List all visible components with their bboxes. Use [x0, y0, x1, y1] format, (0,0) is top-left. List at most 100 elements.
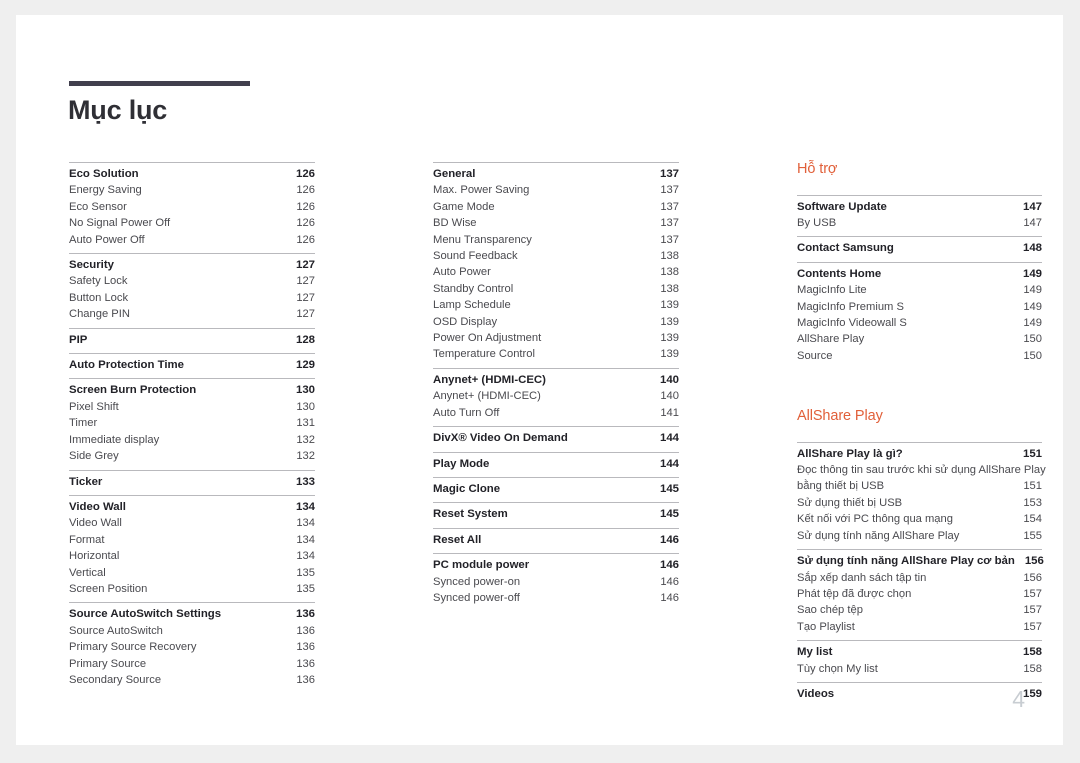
toc-entry-row[interactable]: Source AutoSwitch 136	[69, 623, 315, 639]
toc-section-row[interactable]: Video Wall 134	[69, 499, 315, 515]
toc-group: My list 158 Tùy chọn My list 158	[797, 640, 1042, 682]
toc-entry-row[interactable]: Sao chép tệp 157	[797, 602, 1042, 618]
toc-entry-label: Side Grey	[69, 450, 119, 463]
toc-entry-page-number: 139	[660, 315, 679, 328]
toc-section-row[interactable]: Software Update 147	[797, 199, 1042, 215]
toc-entry-row[interactable]: Timer 131	[69, 415, 315, 431]
toc-entry-row[interactable]: Format 134	[69, 532, 315, 548]
toc-entry-label: Ticker	[69, 475, 103, 488]
toc-entry-page-number: 138	[660, 250, 679, 263]
toc-entry-page-number: 139	[660, 348, 679, 361]
toc-entry-row[interactable]: Phát tệp đã được chọn 157	[797, 586, 1042, 602]
toc-entry-row[interactable]: bằng thiết bị USB 151	[797, 478, 1042, 494]
toc-section-row[interactable]: Security 127	[69, 257, 315, 273]
toc-entry-page-number: 127	[296, 308, 315, 321]
toc-entry-row[interactable]: Immediate display 132	[69, 432, 315, 448]
toc-entry-row[interactable]: Menu Transparency 137	[433, 232, 679, 248]
toc-entry-row[interactable]: Side Grey 132	[69, 448, 315, 464]
toc-entry-row[interactable]: Horizontal 134	[69, 548, 315, 564]
toc-group: Software Update 147 By USB 147	[797, 194, 1042, 237]
document-page: Mục lục Eco Solution 126 Energy Saving 126 E…	[16, 15, 1063, 745]
toc-entry-row[interactable]: Sử dụng tính năng AllShare Play 155	[797, 528, 1042, 544]
toc-section-row[interactable]: Reset All 146	[433, 532, 679, 548]
toc-entry-page-number: 127	[296, 291, 315, 304]
toc-entry-row[interactable]: Auto Power 138	[433, 264, 679, 280]
toc-entry-row[interactable]: Primary Source Recovery 136	[69, 639, 315, 655]
toc-section-row[interactable]: Anynet+ (HDMI-CEC) 140	[433, 372, 679, 388]
toc-entry-row[interactable]: Screen Position 135	[69, 581, 315, 597]
toc-section-row[interactable]: Ticker 133	[69, 474, 315, 490]
toc-entry-row[interactable]: Safety Lock 127	[69, 273, 315, 289]
toc-section-row[interactable]: Magic Clone 145	[433, 481, 679, 497]
toc-entry-row[interactable]: Sử dụng thiết bị USB 153	[797, 495, 1042, 511]
toc-entry-row[interactable]: Primary Source 136	[69, 656, 315, 672]
toc-entry-page-number: 126	[296, 233, 315, 246]
toc-entry-row[interactable]: Pixel Shift 130	[69, 399, 315, 415]
toc-section-row[interactable]: Screen Burn Protection 130	[69, 382, 315, 398]
toc-entry-row[interactable]: Đọc thông tin sau trước khi sử dụng AllS…	[797, 462, 1046, 478]
toc-entry-page-number: 132	[296, 433, 315, 446]
toc-entry-row[interactable]: Secondary Source 136	[69, 672, 315, 688]
toc-entry-page-number: 126	[296, 200, 315, 213]
toc-entry-row[interactable]: Source 150	[797, 348, 1042, 364]
toc-entry-row[interactable]: Sound Feedback 138	[433, 248, 679, 264]
toc-entry-row[interactable]: Lamp Schedule 139	[433, 297, 679, 313]
toc-section-row[interactable]: My list 158	[797, 644, 1042, 660]
toc-section-row[interactable]: Play Mode 144	[433, 456, 679, 472]
toc-entry-page-number: 134	[296, 533, 315, 546]
toc-entry-row[interactable]: Kết nối với PC thông qua mạng 154	[797, 511, 1042, 527]
toc-section-row[interactable]: Videos 159	[797, 686, 1042, 702]
toc-section-row[interactable]: Contact Samsung 148	[797, 240, 1042, 256]
toc-entry-label: PIP	[69, 333, 88, 346]
toc-entry-row[interactable]: Vertical 135	[69, 565, 315, 581]
toc-entry-label: Auto Protection Time	[69, 359, 184, 372]
toc-entry-page-number: 159	[1022, 687, 1042, 700]
toc-entry-row[interactable]: BD Wise 137	[433, 215, 679, 231]
toc-entry-page-number: 140	[659, 373, 679, 386]
toc-entry-row[interactable]: Game Mode 137	[433, 199, 679, 215]
toc-section-row[interactable]: DivX® Video On Demand 144	[433, 430, 679, 446]
toc-entry-row[interactable]: Sắp xếp danh sách tập tin 156	[797, 570, 1042, 586]
toc-entry-row[interactable]: No Signal Power Off 126	[69, 215, 315, 231]
toc-entry-row[interactable]: Video Wall 134	[69, 515, 315, 531]
toc-entry-row[interactable]: MagicInfo Videowall S 149	[797, 315, 1042, 331]
toc-section-row[interactable]: Sử dụng tính năng AllShare Play cơ bản 15…	[797, 553, 1044, 569]
toc-entry-row[interactable]: Power On Adjustment 139	[433, 330, 679, 346]
toc-section-row[interactable]: PC module power 146	[433, 557, 679, 573]
toc-section-row[interactable]: Auto Protection Time 129	[69, 357, 315, 373]
toc-entry-row[interactable]: Button Lock 127	[69, 290, 315, 306]
toc-entry-row[interactable]: Synced power-on 146	[433, 574, 679, 590]
toc-entry-row[interactable]: Tạo Playlist 157	[797, 619, 1042, 635]
toc-entry-row[interactable]: Max. Power Saving 137	[433, 182, 679, 198]
toc-section-row[interactable]: AllShare Play là gì? 151	[797, 446, 1042, 462]
toc-entry-row[interactable]: By USB 147	[797, 215, 1042, 231]
toc-entry-row[interactable]: MagicInfo Premium S 149	[797, 299, 1042, 315]
toc-entry-page-number: 136	[295, 608, 315, 621]
toc-entry-row[interactable]: MagicInfo Lite 149	[797, 282, 1042, 298]
toc-entry-label: Eco Solution	[69, 168, 139, 180]
toc-entry-row[interactable]: Auto Power Off 126	[69, 232, 315, 248]
toc-entry-row[interactable]: Standby Control 138	[433, 281, 679, 297]
toc-entry-row[interactable]: Eco Sensor 126	[69, 199, 315, 215]
toc-section-row[interactable]: Reset System 145	[433, 506, 679, 522]
toc-entry-row[interactable]: OSD Display 139	[433, 314, 679, 330]
toc-entry-label: Vertical	[69, 566, 106, 579]
toc-entry-row[interactable]: Tùy chọn My list 158	[797, 661, 1042, 677]
toc-entry-row[interactable]: AllShare Play 150	[797, 331, 1042, 347]
toc-section-row[interactable]: General 137	[433, 166, 679, 182]
toc-entry-page-number: 137	[660, 217, 679, 230]
toc-group: Contact Samsung 148	[797, 236, 1042, 261]
toc-section-row[interactable]: PIP 128	[69, 332, 315, 348]
toc-section-row[interactable]: Contents Home 149	[797, 266, 1042, 282]
toc-section-row[interactable]: Eco Solution 126	[69, 166, 315, 182]
toc-group: Contents Home 149 MagicInfo Lite 149 MagicIn…	[797, 261, 1042, 369]
toc-entry-row[interactable]: Change PIN 127	[69, 306, 315, 322]
toc-section-row[interactable]: Source AutoSwitch Settings 136	[69, 606, 315, 622]
toc-entry-row[interactable]: Anynet+ (HDMI-CEC) 140	[433, 388, 679, 404]
toc-entry-page-number: 141	[660, 406, 679, 419]
toc-entry-row[interactable]: Synced power-off 146	[433, 590, 679, 606]
column-section-heading-secondary: AllShare Play	[797, 408, 883, 425]
toc-entry-row[interactable]: Auto Turn Off 141	[433, 405, 679, 421]
toc-entry-row[interactable]: Energy Saving 126	[69, 182, 315, 198]
toc-entry-row[interactable]: Temperature Control 139	[433, 346, 679, 362]
